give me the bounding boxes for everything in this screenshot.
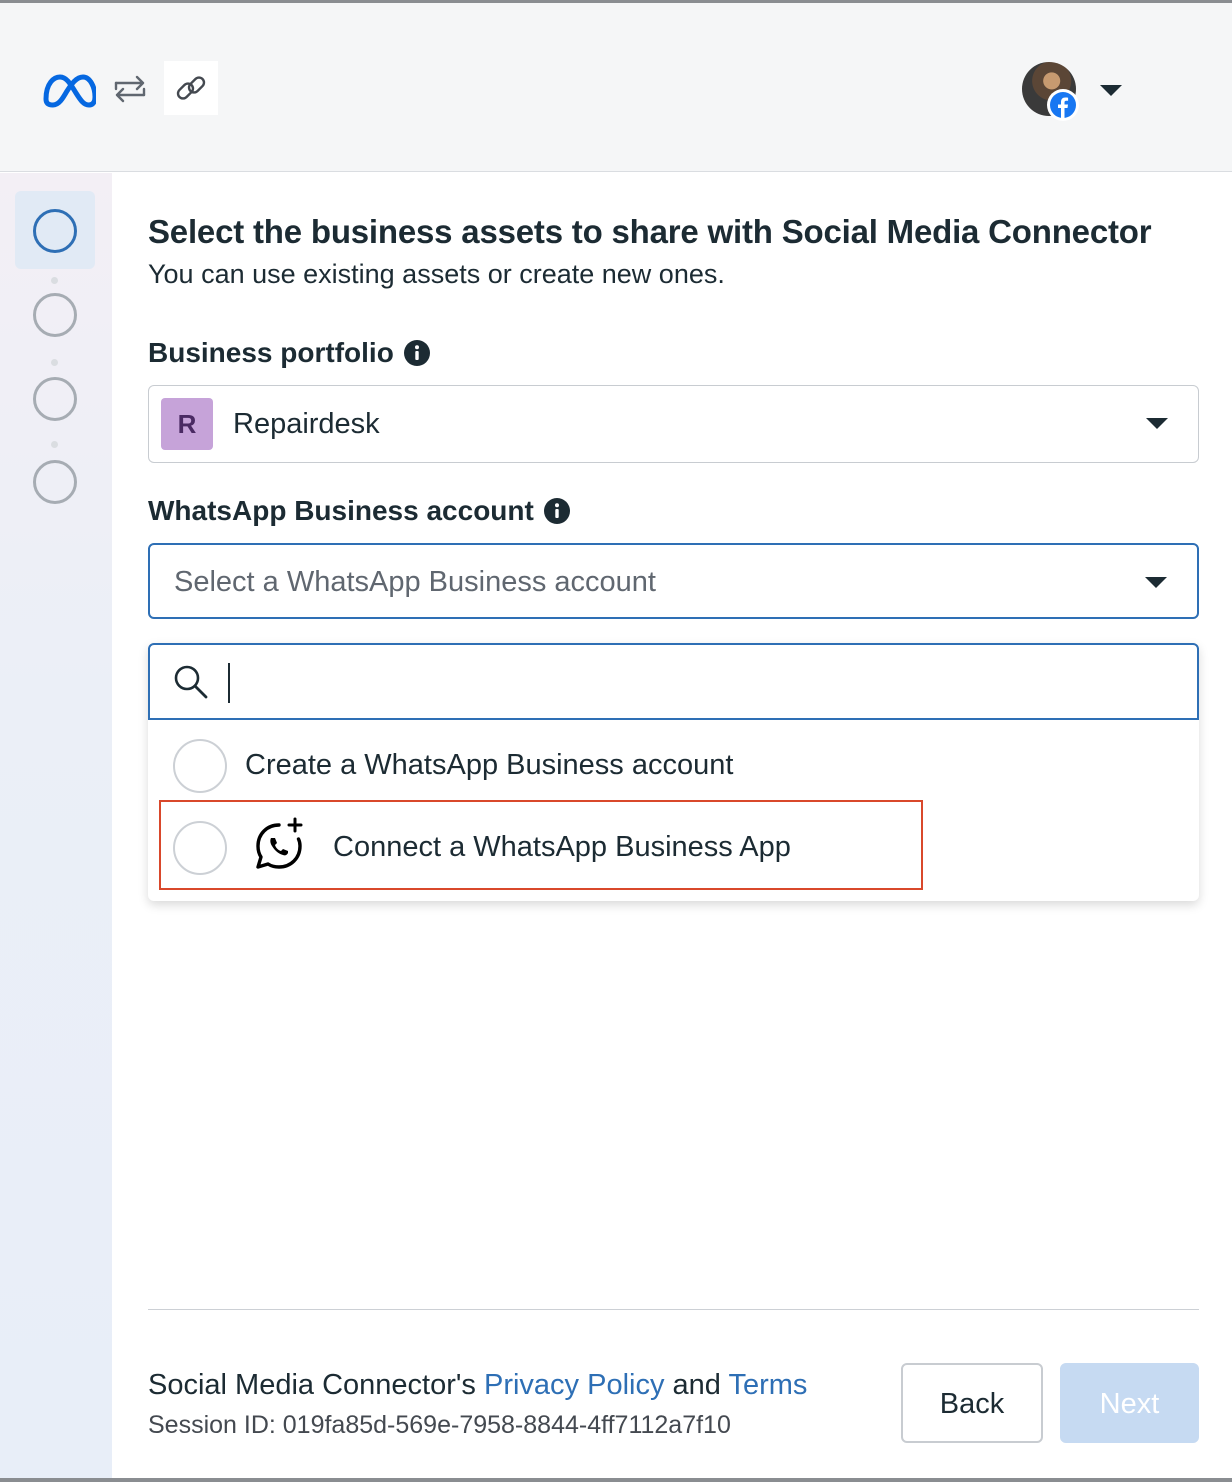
header: [0, 3, 1232, 172]
info-icon[interactable]: [543, 498, 570, 524]
link-icon: [176, 76, 206, 100]
privacy-policy-link[interactable]: Privacy Policy: [484, 1369, 665, 1401]
step-3-icon: [33, 377, 77, 421]
step-connector: [51, 441, 59, 455]
radio-create-waba[interactable]: [173, 739, 227, 793]
steps-sidebar: [0, 173, 112, 1478]
option-create-waba[interactable]: Create a WhatsApp Business account: [148, 725, 1199, 805]
bottom-border: [0, 1478, 1232, 1482]
option-label: Create a WhatsApp Business account: [245, 749, 734, 781]
waba-placeholder: Select a WhatsApp Business account: [174, 566, 656, 598]
next-button[interactable]: Next: [1060, 1363, 1199, 1443]
dropdown-search[interactable]: [148, 643, 1199, 720]
footer-divider: [148, 1309, 1199, 1310]
chevron-down-icon: [1145, 577, 1167, 588]
portfolio-label-text: Business portfolio: [148, 337, 394, 368]
meta-logo-icon: [43, 74, 96, 108]
chevron-down-icon[interactable]: [1100, 85, 1122, 96]
info-icon[interactable]: [403, 340, 430, 366]
footer-prefix: Social Media Connector's: [148, 1369, 476, 1401]
portfolio-select[interactable]: R Repairdesk: [148, 385, 1199, 463]
portfolio-avatar: R: [161, 398, 213, 450]
page-subtitle: You can use existing assets or create ne…: [148, 259, 725, 289]
portfolio-value: Repairdesk: [233, 408, 380, 440]
step-1-icon: [33, 209, 77, 253]
swap-icon: [114, 75, 146, 103]
highlight-box: [159, 800, 923, 890]
search-icon: [174, 665, 208, 699]
back-button[interactable]: Back: [901, 1363, 1043, 1443]
link-icon-box: [164, 61, 218, 115]
terms-link[interactable]: Terms: [728, 1369, 807, 1401]
search-input[interactable]: [226, 659, 1176, 705]
footer-legal: Social Media Connector's Privacy Policy …: [148, 1369, 807, 1402]
step-2-icon: [33, 293, 77, 337]
waba-label: WhatsApp Business account: [148, 495, 570, 527]
portfolio-label: Business portfolio: [148, 337, 430, 369]
footer-and: and: [672, 1369, 721, 1401]
waba-select[interactable]: Select a WhatsApp Business account: [148, 543, 1199, 619]
waba-label-text: WhatsApp Business account: [148, 495, 534, 526]
step-connector: [51, 277, 59, 291]
page-title: Select the business assets to share with…: [148, 213, 1152, 250]
facebook-badge: [1047, 89, 1079, 121]
chevron-down-icon: [1146, 418, 1168, 429]
step-connector: [51, 359, 59, 373]
session-id: Session ID: 019fa85d-569e-7958-8844-4ff7…: [148, 1411, 731, 1439]
facebook-icon: [1058, 97, 1069, 118]
step-4-icon: [33, 460, 77, 504]
